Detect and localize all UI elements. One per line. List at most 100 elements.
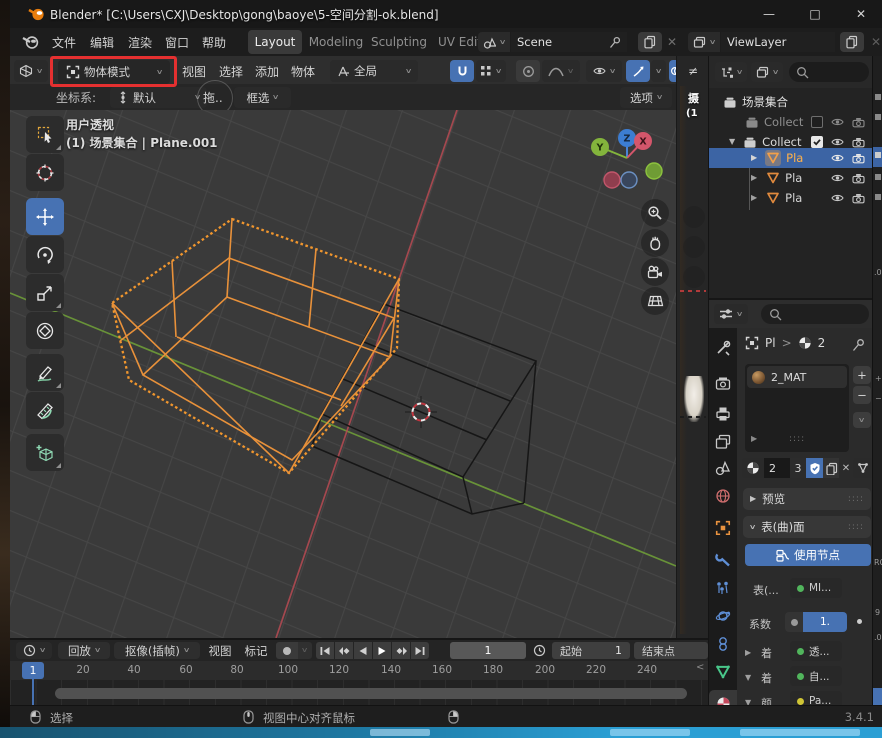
jump-to-end-button[interactable] <box>411 642 429 659</box>
tab-object[interactable] <box>715 520 731 536</box>
field-shader2-value[interactable]: 自... <box>790 666 842 686</box>
menu-help[interactable]: 帮助 <box>192 28 236 56</box>
factor-socket-button[interactable] <box>785 612 803 632</box>
pin-icon[interactable] <box>851 338 865 352</box>
outliner-row-plane[interactable]: ▶ Pla <box>709 168 873 188</box>
tab-render[interactable] <box>715 376 731 392</box>
tab-material-active[interactable] <box>709 690 737 705</box>
tool-transform[interactable] <box>26 312 64 349</box>
tab-particles[interactable] <box>715 580 731 596</box>
timeline-editor-type-button[interactable]: ∨ <box>16 642 52 659</box>
hide-eye-icon[interactable] <box>831 193 844 203</box>
next-keyframe-button[interactable] <box>392 642 410 659</box>
field-color-value[interactable]: Pa... <box>790 691 842 705</box>
keying-menu[interactable]: 抠像(插帧)∨ <box>114 642 200 659</box>
tool-measure[interactable] <box>26 392 64 429</box>
render-camera-icon[interactable] <box>852 117 865 128</box>
exclude-checkbox-unchecked[interactable] <box>811 116 823 128</box>
hide-eye-icon[interactable] <box>831 137 844 147</box>
material-icon[interactable] <box>798 336 812 350</box>
playhead-badge[interactable]: 1 <box>22 662 44 679</box>
play-reverse-button[interactable] <box>354 642 372 659</box>
tab-world[interactable] <box>715 488 731 504</box>
playback-menu[interactable]: 回放∨ <box>58 642 110 659</box>
tab-layout[interactable]: Layout <box>248 30 302 54</box>
prev-keyframe-button[interactable] <box>335 642 353 659</box>
tool-scale[interactable] <box>26 274 64 311</box>
slot-list-expand[interactable]: ▶ <box>751 434 757 443</box>
snap-settings-dropdown[interactable]: ∨ <box>476 60 506 82</box>
pan-hand-button[interactable] <box>641 229 669 257</box>
tool-cursor[interactable] <box>26 154 64 191</box>
camera-view-button[interactable] <box>641 258 669 286</box>
visibility-dropdown[interactable]: ∨ <box>586 60 622 82</box>
hide-eye-icon[interactable] <box>831 173 844 183</box>
auto-keying-toggle[interactable] <box>276 642 298 659</box>
slot-specials-dropdown[interactable]: ∨ <box>853 412 871 428</box>
use-preview-range-toggle[interactable] <box>530 642 548 659</box>
viewlayer-remove-button[interactable]: ✕ <box>866 32 882 52</box>
material-unlink-button[interactable]: ✕ <box>839 458 853 478</box>
camera-strip-image[interactable]: 摄 (1 <box>680 86 706 634</box>
proportional-edit-button[interactable] <box>516 60 540 82</box>
gizmos-dropdown[interactable]: ∨ <box>651 60 666 82</box>
material-users-count[interactable]: 3 <box>790 458 806 478</box>
tab-sculpting[interactable]: Sculpting <box>368 30 430 54</box>
breadcrumb-object[interactable]: Pl <box>765 336 776 350</box>
field-surface-value[interactable]: MI... <box>790 578 842 598</box>
viewlayer-name-field[interactable]: ViewLayer <box>721 32 835 52</box>
outliner-editor-type-button[interactable]: ∨ <box>715 62 747 82</box>
blender-menu-logo-icon[interactable] <box>22 34 39 50</box>
gizmos-toggle-button[interactable] <box>626 60 650 82</box>
outliner-row-plane-active[interactable]: ▶ Pla <box>709 148 873 168</box>
outliner-display-mode-button[interactable]: ∨ <box>751 62 783 82</box>
render-camera-icon[interactable] <box>852 173 865 184</box>
exclude-checkbox-checked[interactable] <box>811 136 823 148</box>
orientation-dropdown[interactable]: 全局 ∨ <box>330 60 418 82</box>
tab-object-data[interactable] <box>715 664 731 680</box>
tab-physics[interactable] <box>715 608 731 624</box>
region-collapse-arrow[interactable]: < <box>696 662 704 673</box>
material-browse-button[interactable] <box>742 458 764 478</box>
tool-select-box[interactable] <box>26 116 64 153</box>
coord-system-dropdown[interactable]: 默认 ∨ <box>110 87 207 108</box>
link-type-dropdown[interactable] <box>853 458 872 478</box>
timeline-ruler[interactable]: 20 40 60 80 100 120 140 160 180 200 220 … <box>10 661 708 680</box>
proportional-falloff-dropdown[interactable]: ∨ <box>542 60 580 82</box>
view-menu[interactable]: 视图 <box>175 60 213 82</box>
options-dropdown[interactable]: 选项∨ <box>620 87 672 108</box>
color-disclosure[interactable]: ▼ <box>745 698 751 705</box>
slot-list-grip[interactable]: :::: <box>789 434 805 444</box>
field-shader1-value[interactable]: 透... <box>790 641 842 661</box>
strip-zoom-button[interactable] <box>683 206 705 228</box>
maximize-button[interactable]: □ <box>792 0 838 28</box>
properties-editor-type-button[interactable]: ∨ <box>714 304 748 324</box>
panel-preview-header[interactable]: ▶ 预览 :::: <box>743 488 871 510</box>
scene-browse-button[interactable]: ∨ <box>478 32 510 52</box>
viewlayer-new-button[interactable] <box>840 32 864 52</box>
properties-search-field[interactable] <box>761 304 869 324</box>
frame-start-field[interactable]: 起始1 <box>552 642 630 659</box>
tab-tool[interactable] <box>715 340 731 356</box>
render-camera-icon[interactable] <box>852 137 865 148</box>
material-slot-item[interactable]: 2_MAT <box>747 366 847 388</box>
tab-output[interactable] <box>715 406 731 422</box>
disclosure-open-icon[interactable]: ▼ <box>729 138 735 146</box>
material-copy-button[interactable] <box>823 458 839 478</box>
minimize-button[interactable]: — <box>746 0 792 28</box>
playhead-line[interactable] <box>32 678 34 707</box>
frame-end-field[interactable]: 结束点 <box>634 642 708 659</box>
tool-annotate[interactable] <box>26 354 64 391</box>
zoom-button[interactable] <box>641 199 669 227</box>
breadcrumb-value[interactable]: 2 <box>818 336 826 350</box>
viewlayer-browse-button[interactable]: ∨ <box>688 32 720 52</box>
jump-to-start-button[interactable] <box>316 642 334 659</box>
tab-modeling[interactable]: Modeling <box>306 30 366 54</box>
outliner-search-field[interactable] <box>789 62 869 82</box>
strip-pan-button[interactable] <box>683 236 705 258</box>
select-menu[interactable]: 选择 <box>212 60 250 82</box>
current-frame-field[interactable]: 1 <box>450 642 526 659</box>
viewport-canvas[interactable]: Z X Y <box>10 110 676 638</box>
scene-name-field[interactable]: Scene <box>511 32 627 52</box>
tab-constraints[interactable] <box>715 636 731 652</box>
